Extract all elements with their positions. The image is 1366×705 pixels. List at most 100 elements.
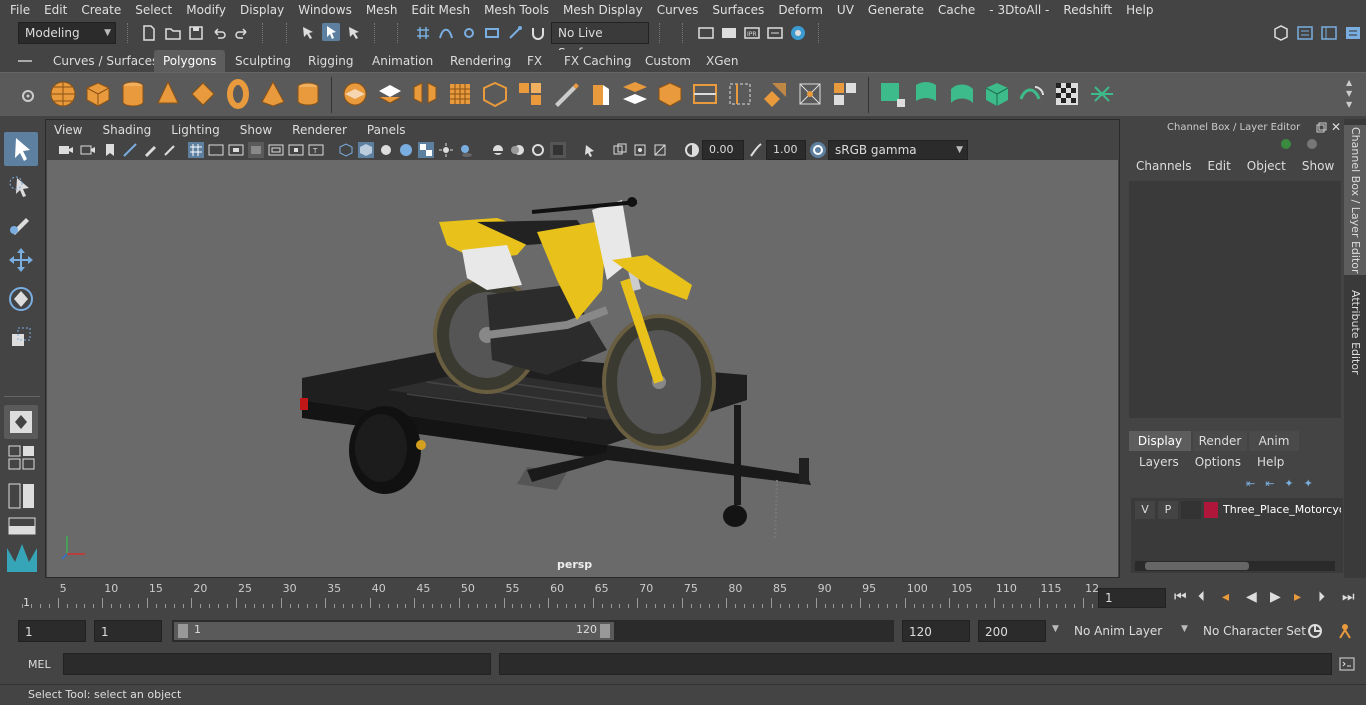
- timeline-ruler[interactable]: 5 10 15 20 25 30 35 40 45 50 55 60 65 70 75 80 85 90 95 100…: [18, 582, 1099, 610]
- layout-outliner-icon[interactable]: [8, 516, 36, 536]
- menu-cache[interactable]: Cache: [931, 0, 982, 20]
- render-view-icon[interactable]: [697, 24, 715, 42]
- move-tool[interactable]: [4, 244, 38, 278]
- object-menu[interactable]: Object: [1239, 159, 1294, 177]
- snap-grid-icon[interactable]: [414, 24, 432, 42]
- motion-blur-icon[interactable]: [510, 142, 526, 158]
- time-slider[interactable]: 5 10 15 20 25 30 35 40 45 50 55 60 65 70 75 80 85 90 95 100…: [0, 578, 1366, 618]
- select-object-icon[interactable]: [322, 23, 340, 41]
- wireframe-on-shaded-icon[interactable]: [398, 142, 414, 158]
- channel-box-toggle-icon[interactable]: [1344, 24, 1362, 42]
- tab-xgen[interactable]: XGen: [697, 50, 748, 72]
- tool-settings-toggle-icon[interactable]: [1320, 24, 1338, 42]
- uv-checker-icon[interactable]: [1052, 79, 1082, 109]
- uv-spherical-icon[interactable]: [947, 79, 977, 109]
- snap-point-icon[interactable]: [460, 24, 478, 42]
- shelf-menu-icon[interactable]: [18, 60, 32, 62]
- float-panel-icon[interactable]: [1316, 122, 1327, 133]
- color-management-icon[interactable]: [810, 142, 826, 158]
- menu-file[interactable]: File: [0, 0, 37, 20]
- fill-hole-icon[interactable]: [830, 79, 860, 109]
- wireframe-icon[interactable]: [338, 142, 354, 158]
- channels-menu[interactable]: Channels: [1121, 159, 1200, 177]
- select-hierarchy-icon[interactable]: [300, 24, 318, 42]
- render-settings-icon[interactable]: [766, 24, 784, 42]
- script-language-label[interactable]: MEL: [28, 658, 51, 671]
- rotate-tool[interactable]: [4, 282, 38, 316]
- target-weld-icon[interactable]: [760, 79, 790, 109]
- menu-mesh[interactable]: Mesh: [359, 0, 405, 20]
- poly-pipe-icon[interactable]: [293, 79, 323, 109]
- menu-curves[interactable]: Curves: [650, 0, 706, 20]
- current-frame-field[interactable]: 1: [1098, 588, 1166, 608]
- tab-anim[interactable]: Anim: [1249, 431, 1299, 451]
- bridge-icon[interactable]: [620, 79, 650, 109]
- screen-space-ao-icon[interactable]: [490, 142, 506, 158]
- menu-deform[interactable]: Deform: [771, 0, 830, 20]
- anti-aliasing-icon[interactable]: [530, 142, 546, 158]
- menu-select[interactable]: Select: [128, 0, 179, 20]
- camera-attributes-icon[interactable]: [80, 142, 96, 158]
- grid-toggle-icon[interactable]: [188, 142, 204, 158]
- isolate-select-icon[interactable]: [582, 142, 598, 158]
- menu-set-dropdown[interactable]: Modeling ▼: [18, 22, 116, 44]
- options-menu[interactable]: Options: [1187, 455, 1249, 473]
- edit-menu[interactable]: Edit: [1200, 159, 1239, 177]
- redo-icon[interactable]: [233, 24, 251, 42]
- character-set-dropdown[interactable]: No Character Set: [1197, 620, 1306, 642]
- layer-scrollbar[interactable]: [1135, 561, 1335, 571]
- show-menu[interactable]: Show: [1294, 159, 1342, 177]
- poly-pyramid-icon[interactable]: [258, 79, 288, 109]
- extrude-icon[interactable]: [585, 79, 615, 109]
- 3d-scene-view[interactable]: persp: [47, 160, 1118, 577]
- uv-unfold-icon[interactable]: [1017, 79, 1047, 109]
- poly-cylinder-icon[interactable]: [118, 79, 148, 109]
- uv-planar-icon[interactable]: [877, 79, 907, 109]
- playback-start-field[interactable]: 1: [94, 620, 162, 642]
- tab-display[interactable]: Display: [1129, 431, 1191, 451]
- chevron-down-icon[interactable]: ▼: [1052, 624, 1059, 634]
- play-back-icon[interactable]: ◀: [1246, 589, 1264, 605]
- uv-cylindrical-icon[interactable]: [912, 79, 942, 109]
- auto-key-icon[interactable]: [1306, 622, 1324, 640]
- tab-rendering[interactable]: Rendering: [441, 50, 520, 72]
- depth-of-field-icon[interactable]: [550, 142, 566, 158]
- chevron-down-icon[interactable]: ▼: [1181, 624, 1188, 634]
- playback-end-field[interactable]: 120: [902, 620, 970, 642]
- snap-view-plane-icon[interactable]: [483, 24, 501, 42]
- scale-tool[interactable]: [4, 320, 38, 354]
- xray-icon[interactable]: [612, 142, 628, 158]
- tab-polygons[interactable]: Polygons: [154, 50, 226, 72]
- tab-sculpting[interactable]: Sculpting: [226, 50, 300, 72]
- step-back-key-icon[interactable]: ◂: [1222, 589, 1240, 605]
- tab-fx-caching[interactable]: FX Caching: [555, 50, 640, 72]
- bevel-icon[interactable]: [655, 79, 685, 109]
- menu-redshift[interactable]: Redshift: [1056, 0, 1119, 20]
- poly-plane-icon[interactable]: [188, 79, 218, 109]
- panel-menu-shading[interactable]: Shading: [94, 120, 163, 140]
- shelf-settings-gear-icon[interactable]: [20, 88, 36, 104]
- separate-icon[interactable]: [375, 79, 405, 109]
- shelf-scroll-arrows[interactable]: ▲ ▼ ▼: [1346, 77, 1352, 110]
- panel-menu-panels[interactable]: Panels: [359, 120, 418, 140]
- menu-modify[interactable]: Modify: [179, 0, 233, 20]
- lasso-tool[interactable]: [4, 170, 38, 204]
- mirror-icon[interactable]: [410, 79, 440, 109]
- scene-end-field[interactable]: 200: [978, 620, 1046, 642]
- resolution-gate-icon[interactable]: [228, 142, 244, 158]
- tab-animation[interactable]: Animation: [363, 50, 442, 72]
- textured-icon[interactable]: [418, 142, 434, 158]
- tab-fx[interactable]: FX: [518, 50, 551, 72]
- exposure-field[interactable]: 0.00: [702, 140, 744, 160]
- image-plane-icon[interactable]: [122, 142, 138, 158]
- magnet-icon[interactable]: [529, 24, 547, 42]
- help-menu[interactable]: Help: [1249, 455, 1292, 473]
- menu-windows[interactable]: Windows: [291, 0, 359, 20]
- step-back-icon[interactable]: ⏴: [1198, 589, 1216, 605]
- layout-four-view-icon[interactable]: [8, 444, 36, 472]
- live-surface-field[interactable]: No Live Surface: [551, 22, 649, 60]
- menu-mesh-display[interactable]: Mesh Display: [556, 0, 650, 20]
- panel-menu-lighting[interactable]: Lighting: [163, 120, 232, 140]
- layer-action-icons[interactable]: ⇤⇤✦✦: [1246, 477, 1323, 490]
- attribute-editor-toggle-icon[interactable]: [1296, 24, 1314, 42]
